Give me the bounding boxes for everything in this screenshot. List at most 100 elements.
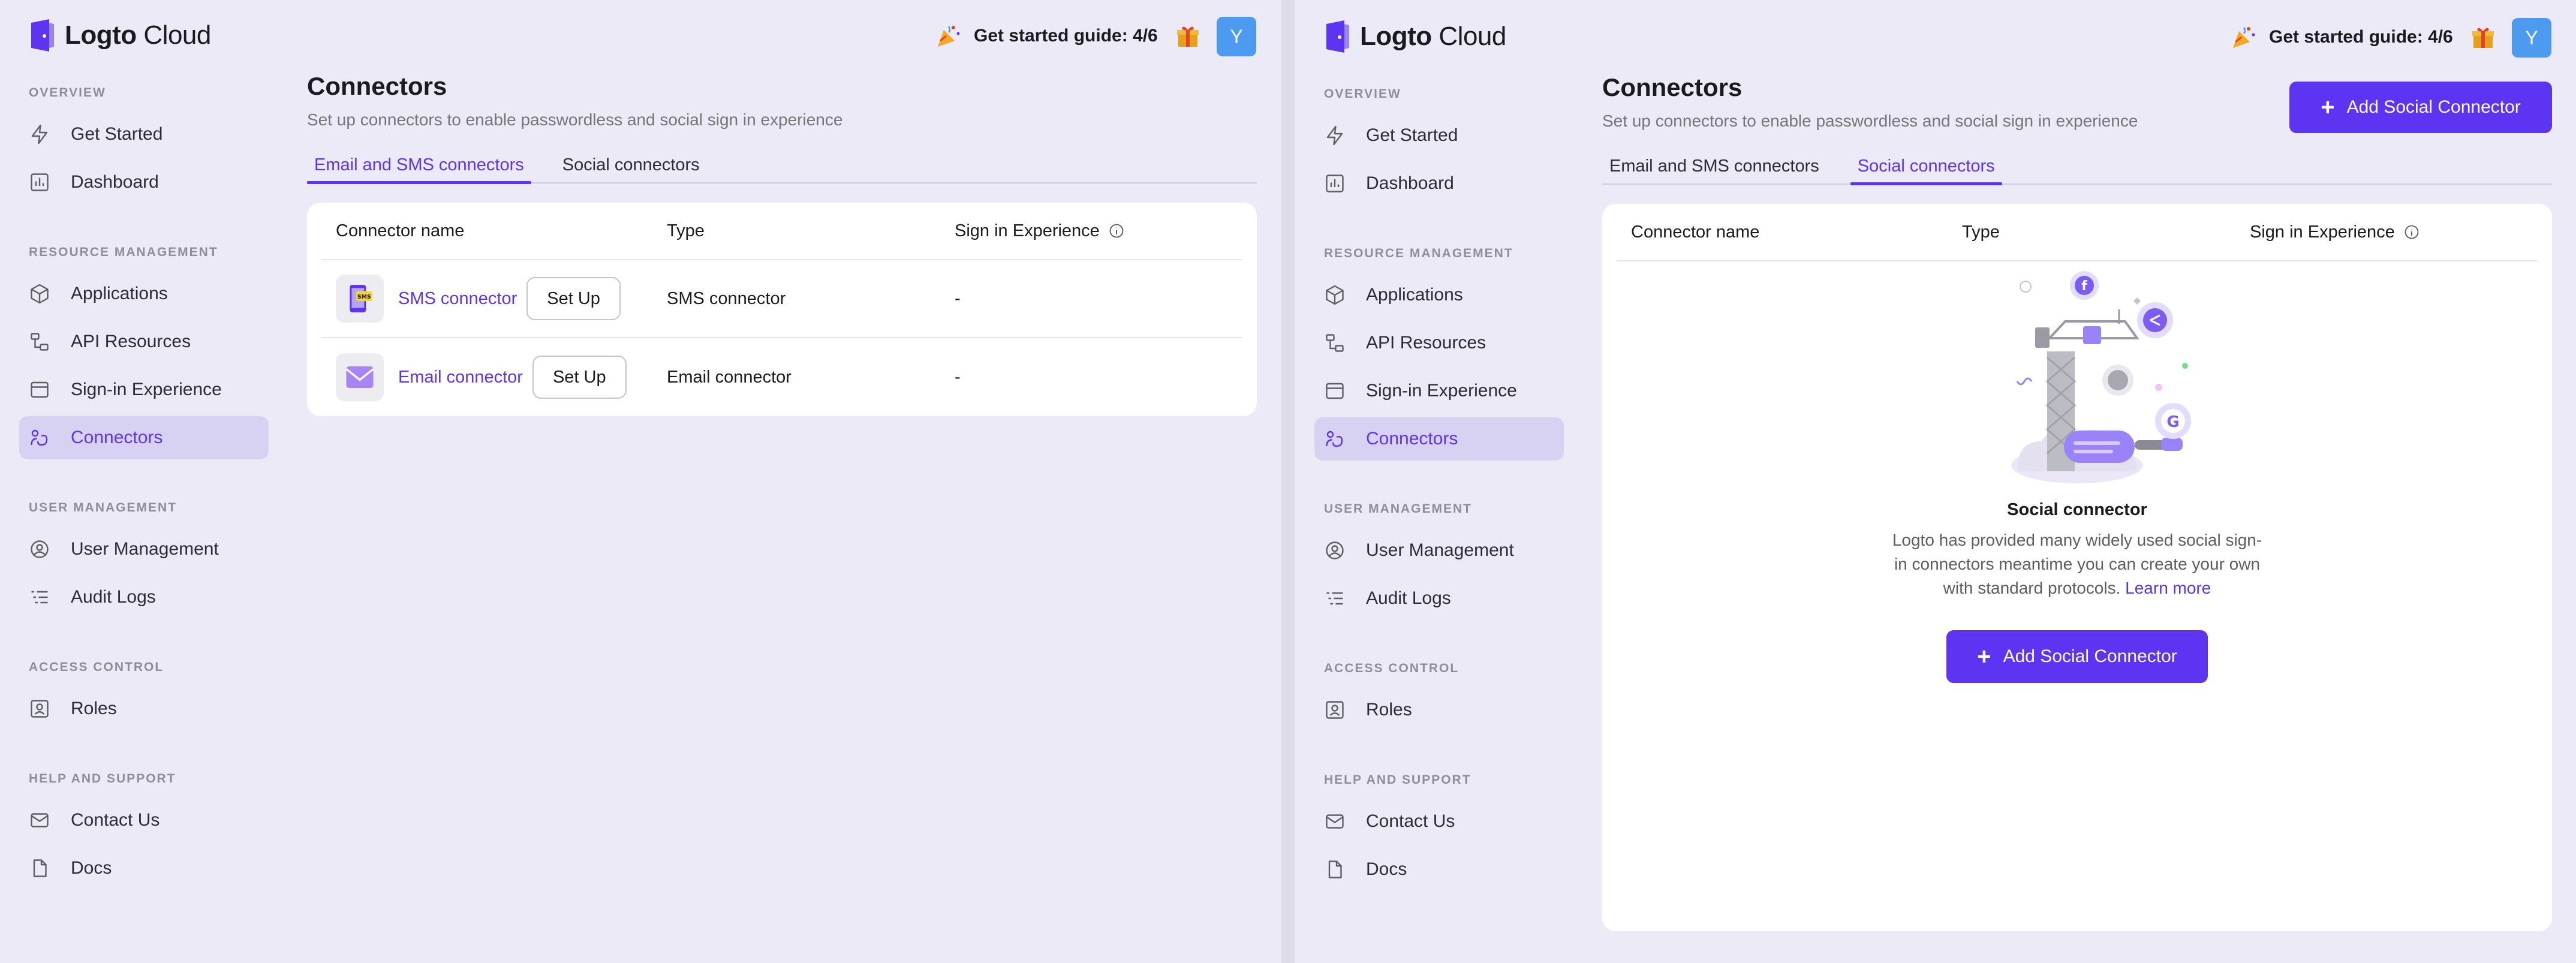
- get-started-guide[interactable]: Get started guide: 4/6: [935, 19, 1200, 53]
- chart-icon: [31, 173, 49, 191]
- sidebar-item-audit-logs[interactable]: Audit Logs: [19, 576, 269, 619]
- sidebar-item-label: Contact Us: [71, 810, 160, 830]
- sidebar-item-user-management[interactable]: User Management: [19, 528, 269, 571]
- setup-button[interactable]: Set Up: [526, 277, 621, 320]
- tab-social[interactable]: Social connectors: [555, 148, 707, 182]
- cube-icon: [31, 284, 49, 304]
- connector-name-link[interactable]: Email connector: [398, 368, 523, 387]
- page-title: Connectors: [307, 72, 447, 100]
- connector-icon: [31, 429, 48, 446]
- api-icon: [1326, 334, 1344, 352]
- cube-icon: [1326, 285, 1344, 305]
- tab-email-sms[interactable]: Email and SMS connectors: [307, 148, 531, 184]
- connector-name-link[interactable]: SMS connector: [398, 289, 517, 309]
- sidebar-item-api-resources[interactable]: API Resources: [1314, 321, 1564, 365]
- sidebar-item-docs[interactable]: Docs: [19, 847, 269, 890]
- sidebar-item-get-started[interactable]: Get Started: [1314, 114, 1564, 157]
- sidebar-item-contact-us[interactable]: Contact Us: [1314, 800, 1564, 843]
- info-icon[interactable]: [2403, 224, 2420, 240]
- tab-social[interactable]: Social connectors: [1850, 149, 2002, 185]
- sidebar-item-get-started[interactable]: Get Started: [19, 113, 269, 156]
- logto-logo-icon: [1326, 20, 1349, 53]
- sidebar-item-roles[interactable]: Roles: [19, 687, 269, 730]
- svg-text:G: G: [2166, 413, 2179, 431]
- avatar[interactable]: Y: [2512, 18, 2551, 58]
- sidebar-item-api-resources[interactable]: API Resources: [19, 320, 269, 363]
- sidebar-item-connectors[interactable]: Connectors: [1314, 417, 1564, 461]
- sidebar-item-label: API Resources: [1366, 333, 1486, 353]
- section-user-management: USER MANAGEMENT: [1324, 502, 1473, 516]
- sidebar-item-docs[interactable]: Docs: [1314, 848, 1564, 891]
- party-popper-icon: [2233, 27, 2255, 48]
- logo-text: Logto Cloud: [65, 20, 211, 50]
- social-connectors-table: Connector name Type Sign in Experience f…: [1602, 204, 2552, 931]
- connector-type: Email connector: [667, 367, 792, 387]
- sidebar-item-user-management[interactable]: User Management: [1314, 529, 1564, 572]
- table-row[interactable]: Email connector Set Up Email connector -: [321, 338, 1242, 416]
- sidebar-item-sign-in-experience[interactable]: Sign-in Experience: [19, 368, 269, 411]
- svg-text:f: f: [2081, 279, 2087, 294]
- sidebar-item-roles[interactable]: Roles: [1314, 688, 1564, 732]
- header-type: Type: [667, 221, 705, 240]
- table-header: Connector name Type Sign in Experience: [1617, 204, 2538, 261]
- table-row[interactable]: SMS SMS connector Set Up SMS connector -: [321, 260, 1242, 338]
- sidebar-item-label: Contact Us: [1366, 811, 1455, 831]
- browser-icon: [1326, 383, 1344, 399]
- connector-tabs: Email and SMS connectors Social connecto…: [1602, 149, 2552, 185]
- sidebar: OVERVIEW Get Started Dashboard RESOURCE …: [1314, 79, 1564, 891]
- header-sie-label: Sign in Experience: [2250, 222, 2395, 242]
- sidebar-item-applications[interactable]: Applications: [19, 272, 269, 315]
- id-badge-icon: [31, 700, 49, 718]
- avatar[interactable]: Y: [1217, 17, 1256, 56]
- bolt-icon: [1326, 125, 1343, 146]
- empty-description: Logto has provided many widely used soci…: [1891, 528, 2263, 600]
- sidebar-item-applications[interactable]: Applications: [1314, 273, 1564, 317]
- sidebar-item-sign-in-experience[interactable]: Sign-in Experience: [1314, 369, 1564, 413]
- id-badge-icon: [1326, 701, 1344, 719]
- section-user-management: USER MANAGEMENT: [29, 501, 177, 514]
- header-connector-name: Connector name: [1631, 222, 1760, 242]
- sms-icon: SMS: [336, 275, 384, 323]
- bolt-icon: [31, 124, 48, 145]
- sidebar-item-contact-us[interactable]: Contact Us: [19, 799, 269, 842]
- add-social-connector-button-empty[interactable]: + Add Social Connector: [1946, 630, 2208, 683]
- sidebar-item-label: Sign-in Experience: [71, 380, 222, 399]
- sidebar-item-dashboard[interactable]: Dashboard: [1314, 162, 1564, 205]
- setup-button[interactable]: Set Up: [532, 356, 627, 399]
- plus-icon: +: [1977, 643, 1991, 670]
- page-subtitle: Set up connectors to enable passwordless…: [1602, 112, 2138, 130]
- sidebar-item-label: Roles: [71, 699, 117, 718]
- sidebar-item-label: Roles: [1366, 700, 1412, 720]
- header-type: Type: [1962, 222, 2000, 242]
- sidebar-item-label: Connectors: [71, 428, 163, 447]
- page-subtitle: Set up connectors to enable passwordless…: [307, 110, 843, 129]
- empty-title: Social connector: [2007, 500, 2147, 519]
- sidebar-item-label: Sign-in Experience: [1366, 381, 1517, 401]
- social-connector-illustration: f G: [2011, 271, 2191, 483]
- logo[interactable]: Logto Cloud: [29, 19, 211, 52]
- header-connector-name: Connector name: [336, 221, 465, 240]
- sidebar-item-label: Dashboard: [71, 172, 159, 192]
- sidebar-item-connectors[interactable]: Connectors: [19, 416, 269, 459]
- sidebar-item-label: Get Started: [71, 124, 163, 144]
- main-content: Connectors Set up connectors to enable p…: [307, 72, 1257, 416]
- tab-email-sms[interactable]: Email and SMS connectors: [1602, 149, 1826, 183]
- section-resource-management: RESOURCE MANAGEMENT: [1324, 246, 1513, 260]
- learn-more-link[interactable]: Learn more: [2125, 579, 2211, 597]
- chart-icon: [1326, 174, 1344, 192]
- sidebar-item-audit-logs[interactable]: Audit Logs: [1314, 577, 1564, 620]
- gift-icon: [1176, 26, 1199, 47]
- sidebar-item-dashboard[interactable]: Dashboard: [19, 161, 269, 204]
- api-icon: [31, 333, 49, 351]
- connector-tabs: Email and SMS connectors Social connecto…: [307, 148, 1257, 184]
- section-help-support: HELP AND SUPPORT: [29, 772, 176, 786]
- section-help-support: HELP AND SUPPORT: [1324, 773, 1471, 787]
- document-icon: [33, 859, 47, 877]
- info-icon[interactable]: [1108, 222, 1125, 239]
- logo[interactable]: Logto Cloud: [1324, 20, 1506, 53]
- list-icon: [1326, 592, 1343, 605]
- logto-logo-icon: [31, 19, 54, 52]
- sidebar-item-label: Applications: [71, 284, 168, 303]
- main-content: Connectors Set up connectors to enable p…: [1602, 73, 2552, 931]
- get-started-guide[interactable]: Get started guide: 4/6: [2231, 20, 2495, 54]
